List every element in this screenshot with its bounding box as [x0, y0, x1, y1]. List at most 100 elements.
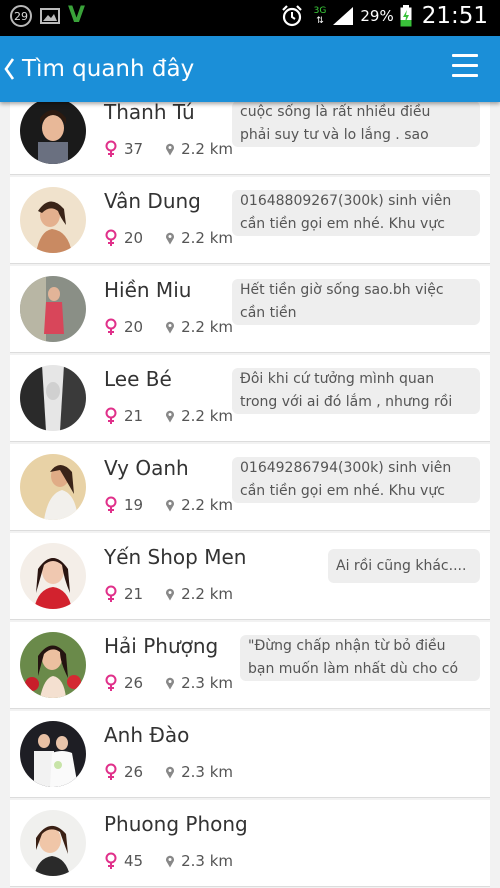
- status-bubble: 01648809267(300k) sinh viên cần tiền gọi…: [232, 190, 480, 236]
- nearby-users-list[interactable]: Thanh Tú 37 2.2 km cuộc sống là rất nhiề…: [0, 102, 500, 888]
- user-name: Thanh Tú: [104, 102, 195, 124]
- user-card[interactable]: Hải Phượng 26 2.3 km "Đừng chấp nhận từ …: [10, 622, 490, 709]
- status-bubble: Đôi khi cứ tưởng mình quan trong với ai …: [232, 368, 480, 414]
- location-pin-icon: [166, 410, 175, 422]
- signal-strength-icon: [333, 7, 354, 25]
- user-distance: 2.2 km: [181, 496, 234, 514]
- gallery-icon: [40, 8, 60, 24]
- user-meta: 45 2.3 km: [104, 852, 233, 870]
- user-name: Hải Phượng: [104, 634, 219, 658]
- user-card[interactable]: Anh Đào 26 2.3 km: [10, 711, 490, 798]
- user-distance: 2.2 km: [181, 318, 234, 336]
- status-line: Đôi khi cứ tưởng mình quan: [240, 371, 435, 387]
- user-name: Lee Bé: [104, 367, 172, 391]
- status-line: cuộc sống là rất nhiều điều: [240, 104, 431, 120]
- user-card[interactable]: Vân Dung 20 2.2 km 01648809267(300k) sin…: [10, 177, 490, 264]
- user-card[interactable]: Yến Shop Men 21 2.2 km Ai rồi cũng khác.…: [10, 533, 490, 620]
- female-icon: [105, 229, 117, 246]
- status-bubble: Ai rồi cũng khác....: [328, 549, 480, 583]
- female-icon: [105, 496, 117, 513]
- user-age: 45: [124, 852, 144, 870]
- location-pin-icon: [166, 143, 175, 155]
- user-meta: 26 2.3 km: [104, 763, 233, 781]
- user-name: Phuong Phong: [104, 812, 248, 836]
- location-pin-icon: [166, 766, 175, 778]
- avatar: [20, 721, 86, 787]
- battery-charging-icon: [400, 5, 412, 27]
- hamburger-menu-button[interactable]: [452, 54, 478, 78]
- user-meta: 19 2.2 km: [104, 496, 233, 514]
- chevron-left-icon: [4, 58, 15, 80]
- user-card[interactable]: Thanh Tú 37 2.2 km cuộc sống là rất nhiề…: [10, 102, 490, 175]
- alarm-clock-icon: [281, 5, 302, 27]
- user-age: 26: [124, 674, 144, 692]
- user-meta: 20 2.2 km: [104, 229, 233, 247]
- user-age: 21: [124, 407, 144, 425]
- user-meta: 21 2.2 km: [104, 585, 233, 603]
- user-meta: 26 2.3 km: [104, 674, 233, 692]
- status-line: phải suy tư và lo lắng . sao: [240, 127, 429, 143]
- avatar: [20, 187, 86, 253]
- status-bubble: cuộc sống là rất nhiều điều phải suy tư …: [232, 102, 480, 147]
- avatar: [20, 365, 86, 431]
- location-pin-icon: [166, 677, 175, 689]
- user-meta: 21 2.2 km: [104, 407, 233, 425]
- user-age: 19: [124, 496, 144, 514]
- user-age: 20: [124, 318, 144, 336]
- v-app-icon: V: [68, 3, 86, 28]
- status-bar-notifications: 29 V: [10, 5, 85, 27]
- user-name: Anh Đào: [104, 723, 190, 747]
- status-line: bạn muốn làm nhất dù cho có: [248, 661, 459, 677]
- user-card[interactable]: Hiền Miu 20 2.2 km Hết tiền giờ sống sao…: [10, 266, 490, 353]
- user-distance: 2.3 km: [181, 674, 234, 692]
- user-age: 21: [124, 585, 144, 603]
- page-title: Tìm quanh đây: [22, 56, 195, 82]
- user-age: 26: [124, 763, 144, 781]
- status-line: Hết tiền giờ sống sao.bh việc: [240, 282, 444, 298]
- location-pin-icon: [166, 588, 175, 600]
- status-line: trong với ai đó lắm , nhưng rồi: [240, 394, 453, 410]
- user-distance: 2.2 km: [181, 407, 234, 425]
- data-arrows-icon: ⇅: [316, 16, 324, 26]
- user-card[interactable]: Lee Bé 21 2.2 km Đôi khi cứ tưởng mình q…: [10, 355, 490, 442]
- clock-time: 21:51: [421, 3, 488, 29]
- female-icon: [105, 407, 117, 424]
- avatar: [20, 632, 86, 698]
- status-line: cần tiền gọi em nhé. Khu vực: [240, 216, 445, 232]
- avatar: [20, 543, 86, 609]
- back-button[interactable]: Tìm quanh đây: [2, 36, 194, 102]
- user-distance: 2.2 km: [181, 140, 234, 158]
- network-indicator: 3G ⇅: [314, 6, 327, 26]
- status-line: 01649286794(300k) sinh viên: [240, 460, 452, 476]
- status-bar-system: 3G ⇅ 29% 21:51: [280, 3, 488, 29]
- status-line: 01648809267(300k) sinh viên: [240, 193, 452, 209]
- user-meta: 37 2.2 km: [104, 140, 233, 158]
- female-icon: [105, 852, 117, 869]
- female-icon: [105, 140, 117, 157]
- status-line: cần tiền: [240, 305, 297, 321]
- user-card[interactable]: Phuong Phong 45 2.3 km: [10, 800, 490, 887]
- avatar: [20, 276, 86, 342]
- status-line: Ai rồi cũng khác....: [336, 558, 467, 574]
- battery-percent: 29%: [360, 7, 394, 25]
- female-icon: [105, 585, 117, 602]
- user-distance: 2.3 km: [181, 852, 234, 870]
- location-pin-icon: [166, 321, 175, 333]
- user-name: Hiền Miu: [104, 278, 192, 302]
- status-bar: 29 V 3G ⇅ 29% 21:51: [0, 0, 500, 36]
- location-pin-icon: [166, 232, 175, 244]
- status-line: cần tiền gọi em nhé. Khu vực: [240, 483, 445, 499]
- user-card[interactable]: Vy Oanh 19 2.2 km 01649286794(300k) sinh…: [10, 444, 490, 531]
- location-pin-icon: [166, 499, 175, 511]
- status-line: "Đừng chấp nhận từ bỏ điều: [248, 638, 446, 654]
- status-bubble: "Đừng chấp nhận từ bỏ điều bạn muốn làm …: [240, 635, 480, 681]
- location-pin-icon: [166, 855, 175, 867]
- user-name: Vy Oanh: [104, 456, 189, 480]
- female-icon: [105, 674, 117, 691]
- avatar: [20, 454, 86, 520]
- avatar: [20, 810, 86, 876]
- user-distance: 2.2 km: [181, 229, 234, 247]
- avatar: [20, 102, 86, 164]
- user-name: Yến Shop Men: [104, 545, 247, 569]
- user-meta: 20 2.2 km: [104, 318, 233, 336]
